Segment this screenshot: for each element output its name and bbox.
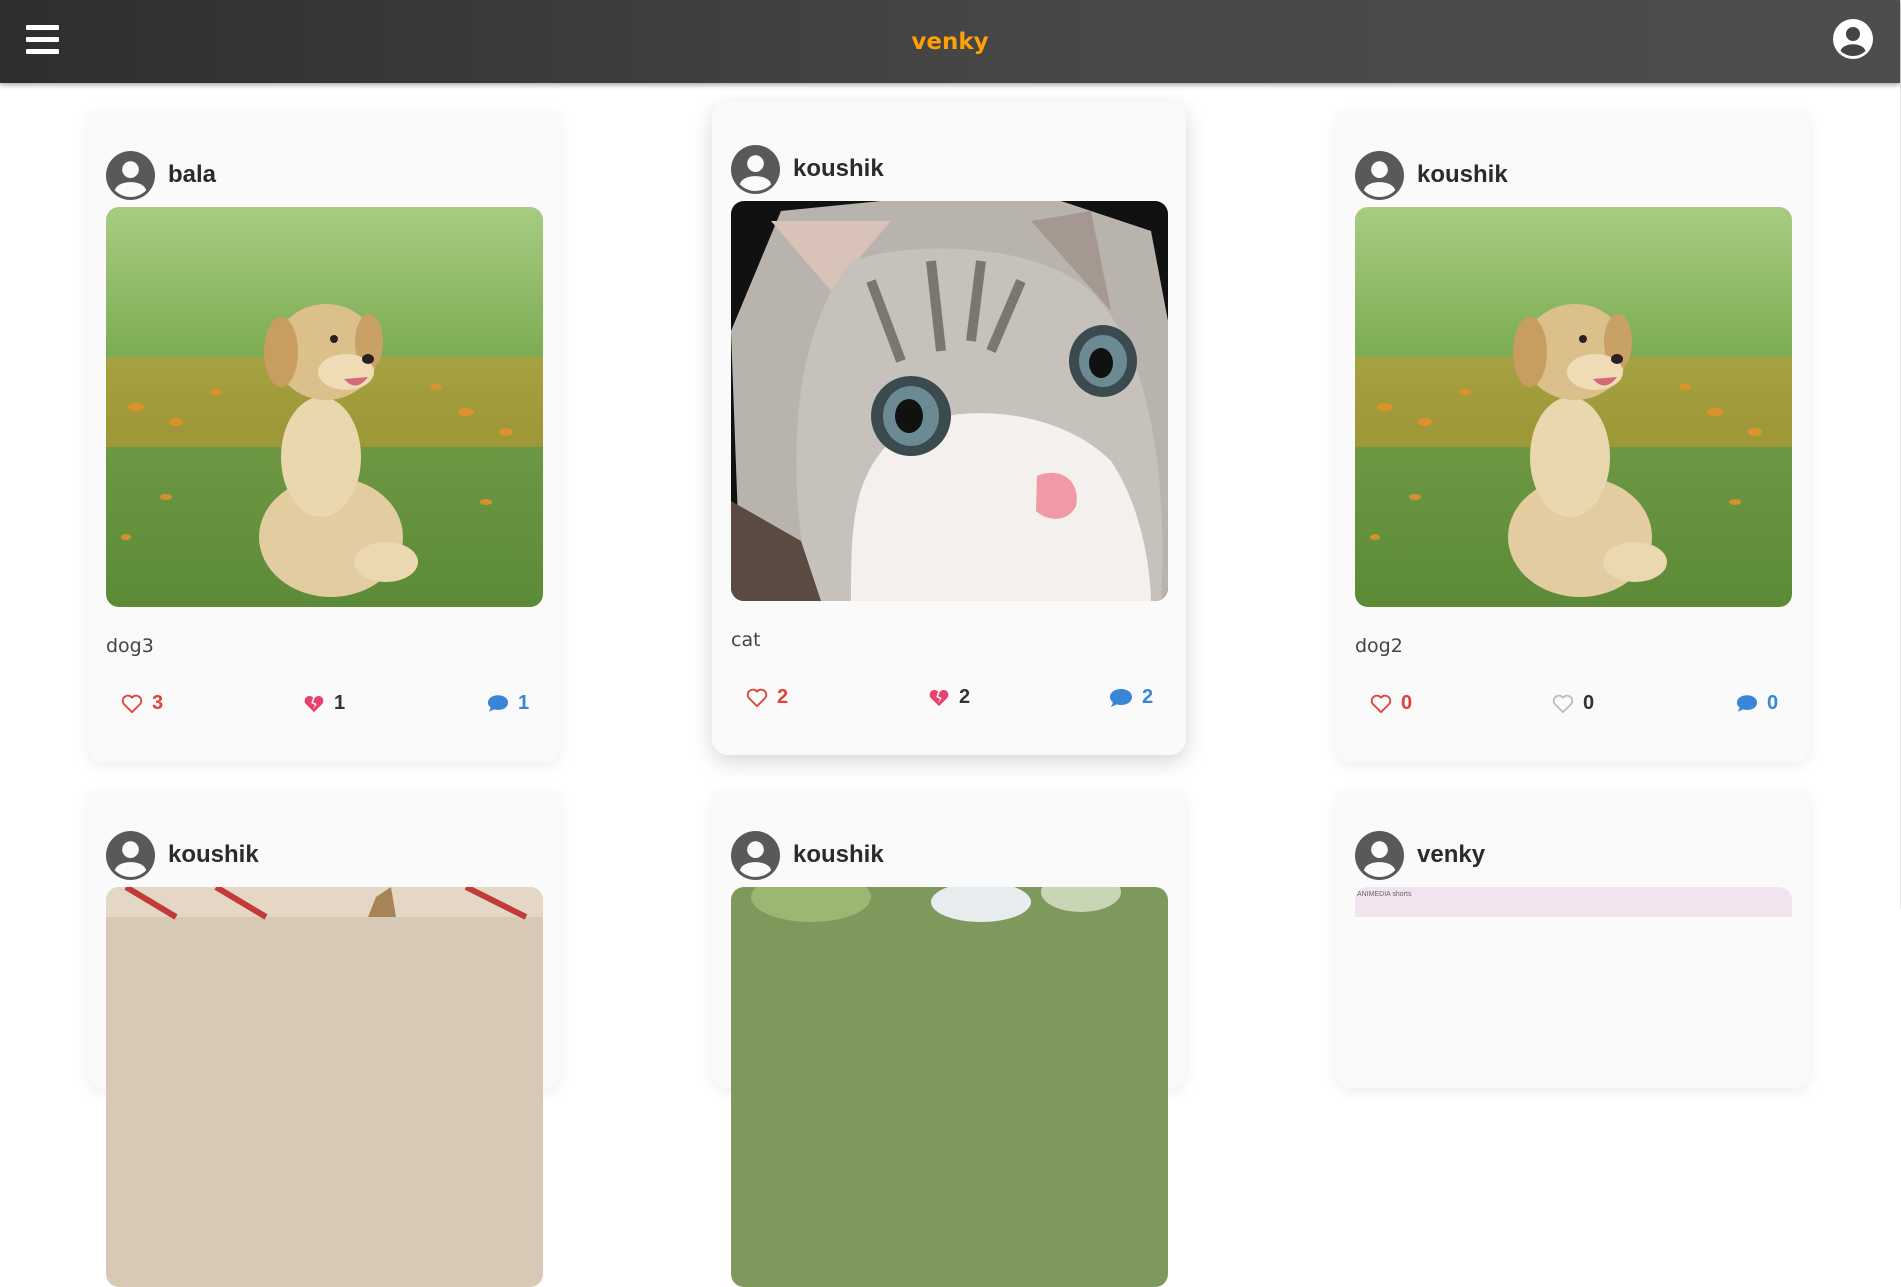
comment-count: 1 <box>518 692 530 714</box>
post-username[interactable]: venky <box>1417 841 1485 869</box>
heart-outline-icon <box>746 688 768 707</box>
post-actions: 0 0 0 <box>1336 692 1810 728</box>
post-header: koushik <box>731 830 884 880</box>
post-caption: dog2 <box>1355 635 1403 657</box>
broken-heart-icon <box>929 689 949 706</box>
like-count: 0 <box>1401 692 1413 714</box>
heart-outline-grey-icon <box>1552 694 1574 713</box>
like-button[interactable]: 3 <box>121 692 163 715</box>
comment-button[interactable]: 0 <box>1736 692 1778 715</box>
thumbnail-text: ANIMEDIA shorts <box>1357 891 1412 898</box>
like-count: 3 <box>152 692 164 714</box>
puppy-photo <box>106 207 543 607</box>
dislike-button[interactable]: 1 <box>303 692 345 715</box>
dislike-count: 1 <box>334 692 346 714</box>
post-image[interactable] <box>106 887 543 1287</box>
heart-outline-icon <box>1370 694 1392 713</box>
post-card: koushik cat 2 2 2 <box>712 102 1186 755</box>
comment-count: 0 <box>1767 692 1779 714</box>
dislike-button[interactable]: 2 <box>928 686 970 709</box>
post-card: koushik <box>87 788 561 1287</box>
post-actions: 3 1 1 <box>87 692 561 728</box>
avatar-icon <box>731 830 780 880</box>
post-username[interactable]: koushik <box>793 155 884 183</box>
post-header: bala <box>106 150 216 200</box>
dislike-count: 2 <box>959 686 971 708</box>
post-username[interactable]: koushik <box>1417 161 1508 189</box>
post-header: koushik <box>106 830 259 880</box>
user-profile-icon[interactable] <box>1833 19 1873 59</box>
post-card: bala dog3 3 1 1 <box>87 108 561 762</box>
partial-photo <box>731 887 1168 1287</box>
comment-bubble-icon <box>1110 688 1132 707</box>
comment-count: 2 <box>1142 686 1154 708</box>
comment-bubble-icon <box>1736 695 1758 712</box>
post-actions: 2 2 2 <box>712 686 1186 722</box>
app-title: venky <box>911 29 989 55</box>
kitten-photo <box>731 201 1168 601</box>
post-username[interactable]: bala <box>168 161 216 189</box>
puppy-photo <box>1355 207 1792 607</box>
avatar-icon <box>106 150 155 200</box>
like-count: 2 <box>777 686 789 708</box>
post-header: koushik <box>1355 150 1508 200</box>
post-card: venky ANIMEDIA shorts <box>1336 788 1810 1088</box>
comment-button[interactable]: 1 <box>487 692 529 715</box>
post-card: koushik <box>1336 108 1810 762</box>
broken-heart-icon <box>304 695 324 712</box>
post-card: koushik <box>712 788 1186 1287</box>
post-image[interactable] <box>106 207 543 607</box>
post-image[interactable]: ANIMEDIA shorts <box>1355 887 1792 917</box>
heart-outline-icon <box>121 694 143 713</box>
post-header: koushik <box>731 144 884 194</box>
post-caption: cat <box>731 629 761 651</box>
dislike-button[interactable]: 0 <box>1552 692 1594 715</box>
post-image[interactable] <box>1355 207 1792 607</box>
post-header: venky <box>1355 830 1485 880</box>
hamburger-menu-icon[interactable] <box>26 25 59 55</box>
post-username[interactable]: koushik <box>168 841 259 869</box>
dislike-count: 0 <box>1583 692 1595 714</box>
partial-photo <box>106 887 543 1287</box>
post-username[interactable]: koushik <box>793 841 884 869</box>
avatar-icon <box>1355 830 1404 880</box>
post-image[interactable] <box>731 887 1168 1287</box>
like-button[interactable]: 2 <box>746 686 788 709</box>
post-image[interactable] <box>731 201 1168 601</box>
post-caption: dog3 <box>106 635 154 657</box>
top-navbar: venky <box>0 0 1900 83</box>
avatar-icon <box>1355 150 1404 200</box>
comment-button[interactable]: 2 <box>1109 686 1153 709</box>
avatar-icon <box>731 144 780 194</box>
avatar-icon <box>106 830 155 880</box>
like-button[interactable]: 0 <box>1370 692 1412 715</box>
comment-bubble-icon <box>487 695 509 712</box>
